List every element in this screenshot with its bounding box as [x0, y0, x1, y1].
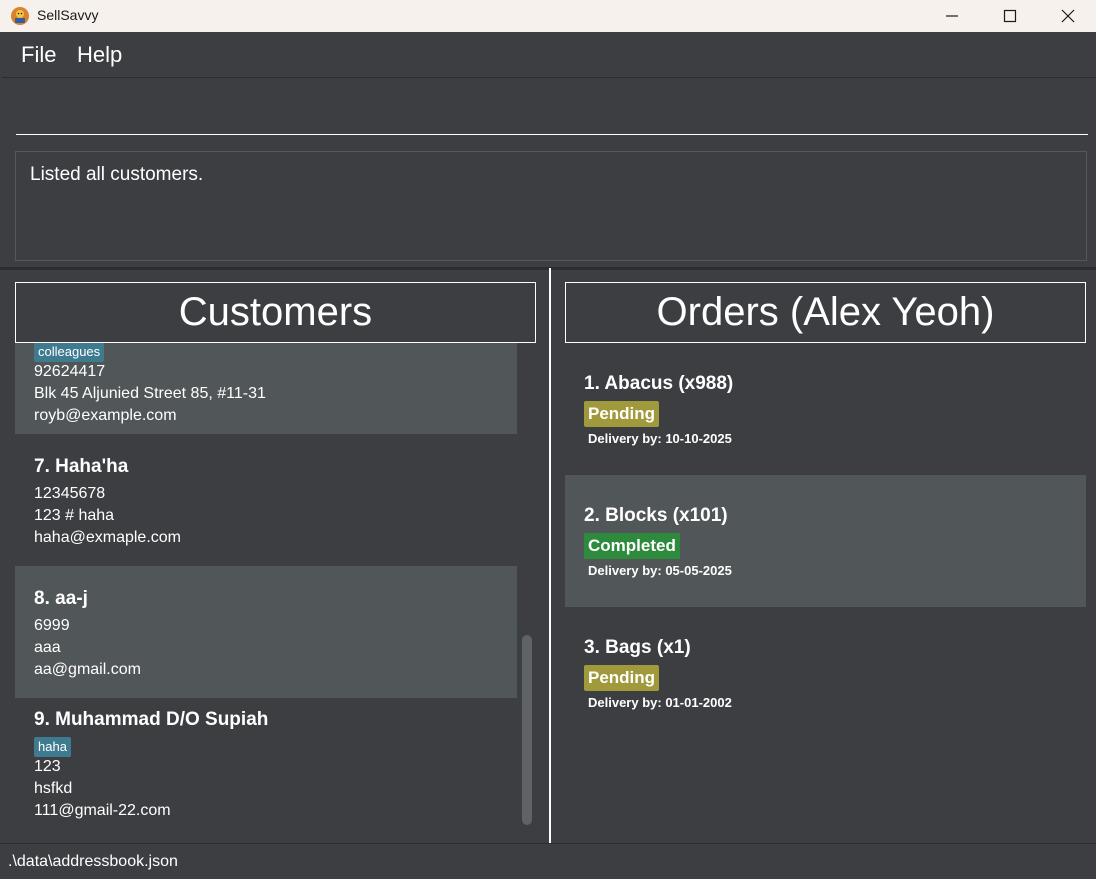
customer-email: haha@exmaple.com [34, 529, 181, 546]
customer-phone: 92624417 [34, 363, 106, 380]
split-divider-vertical[interactable] [549, 268, 551, 843]
maximize-icon [1003, 9, 1017, 23]
result-display: Listed all customers. [15, 151, 1087, 261]
customer-email: royb@example.com [34, 407, 177, 424]
command-area [2, 79, 1096, 143]
window-title: SellSavvy [37, 7, 99, 23]
orders-panel-title: Orders (Alex Yeoh) [565, 282, 1086, 343]
list-item[interactable]: 9. Muhammad D/O Supiah haha 123 hsfkd 11… [15, 698, 517, 830]
customer-phone: 12345678 [34, 485, 106, 502]
tag-badge: colleagues [34, 343, 105, 362]
customer-name: 8. aa-j [34, 588, 88, 609]
result-message: Listed all customers. [30, 164, 204, 185]
customer-phone: 123 [34, 758, 61, 775]
customer-name: 7. Haha'ha [34, 456, 129, 477]
list-item[interactable]: 7. Haha'ha 12345678 123 # haha haha@exma… [15, 434, 517, 566]
status-bar: .\data\addressbook.json [0, 843, 1096, 879]
customer-email: aa@gmail.com [34, 661, 141, 678]
customer-email: 111@gmail-22.com [34, 802, 171, 819]
status-badge: Pending [584, 665, 660, 691]
customers-panel-title: Customers [15, 282, 536, 343]
order-item[interactable]: 2. Blocks (x101) Completed Delivery by: … [565, 475, 1086, 607]
menu-bar: File Help [2, 33, 1096, 78]
minimize-icon [946, 15, 958, 17]
minimize-button[interactable] [923, 0, 981, 32]
customer-list[interactable]: colleagues 92624417 Blk 45 Aljunied Stre… [15, 343, 534, 830]
app-logo-icon [10, 6, 30, 26]
delivery-date: Delivery by: 05-05-2025 [588, 563, 732, 578]
status-badge: Pending [584, 401, 660, 427]
customer-address: hsfkd [34, 780, 73, 797]
customer-address: aaa [34, 639, 61, 656]
order-item[interactable]: 1. Abacus (x988) Pending Delivery by: 10… [565, 343, 1086, 475]
delivery-date: Delivery by: 01-01-2002 [588, 695, 732, 710]
order-title: 1. Abacus (x988) [584, 373, 734, 394]
list-item[interactable]: colleagues 92624417 Blk 45 Aljunied Stre… [15, 343, 517, 434]
menu-file[interactable]: File [21, 42, 56, 68]
menu-help[interactable]: Help [77, 42, 122, 68]
order-item[interactable]: 3. Bags (x1) Pending Delivery by: 01-01-… [565, 607, 1086, 739]
customer-phone: 6999 [34, 617, 70, 634]
list-item[interactable]: 8. aa-j 6999 aaa aa@gmail.com [15, 566, 517, 698]
window-titlebar: SellSavvy [0, 0, 1096, 32]
customer-address: 123 # haha [34, 507, 115, 524]
customer-list-scrollbar[interactable] [522, 635, 532, 825]
tag-badge: haha [34, 737, 71, 757]
customer-name: 9. Muhammad D/O Supiah [34, 709, 269, 730]
data-file-path: .\data\addressbook.json [8, 853, 178, 870]
close-button[interactable] [1039, 0, 1096, 32]
maximize-button[interactable] [981, 0, 1039, 32]
order-title: 3. Bags (x1) [584, 637, 691, 658]
close-icon [1061, 9, 1075, 23]
order-list[interactable]: 1. Abacus (x988) Pending Delivery by: 10… [565, 343, 1086, 739]
order-title: 2. Blocks (x101) [584, 505, 728, 526]
split-divider-horizontal [0, 267, 1096, 270]
delivery-date: Delivery by: 10-10-2025 [588, 431, 732, 446]
command-input[interactable] [16, 79, 1088, 135]
status-badge: Completed [584, 533, 680, 559]
customer-address: Blk 45 Aljunied Street 85, #11-31 [34, 385, 266, 402]
